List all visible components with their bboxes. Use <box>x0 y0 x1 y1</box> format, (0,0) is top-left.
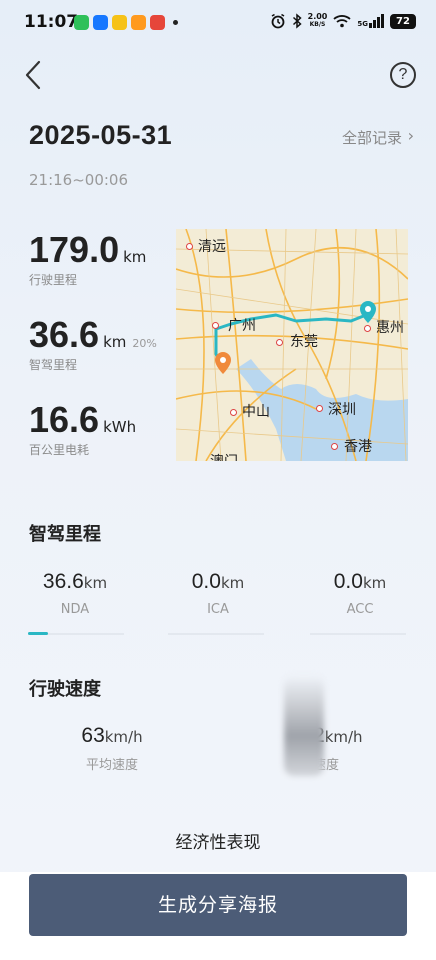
stat-value: 179.0 <box>29 229 120 270</box>
more-notifications-icon <box>173 20 178 25</box>
city-label: 广州 <box>228 318 256 334</box>
route-map[interactable]: 清远 广州 东莞 惠州 中山 深圳 香港 澳门 <box>176 229 408 461</box>
city-dot <box>316 405 323 412</box>
battery-icon: 72 <box>390 13 416 29</box>
city-dot <box>212 322 219 329</box>
stat-value: 16.6 <box>29 399 100 440</box>
redacted-area <box>284 676 324 776</box>
back-button[interactable] <box>22 58 46 92</box>
metric-unit: km <box>362 574 387 592</box>
city-label: 东莞 <box>290 334 318 350</box>
city-label: 中山 <box>242 404 270 420</box>
tab-acc[interactable]: 0.0km ACC <box>295 570 425 617</box>
alipay-icon <box>93 15 108 30</box>
smart-driving-title: 智驾里程 <box>29 524 101 545</box>
city-dot <box>186 243 193 250</box>
metric-value: 0.0 <box>333 570 363 593</box>
metric-unit: km <box>220 574 245 592</box>
stat-label: 行驶里程 <box>29 273 78 287</box>
stat-distance: 179.0 km 行驶里程 <box>29 229 146 288</box>
avg-speed: 63km/h 平均速度 <box>47 724 177 773</box>
city-label: 香港 <box>344 439 372 455</box>
metric-label: ICA <box>207 602 229 617</box>
notification-icons <box>74 15 178 30</box>
metric-unit: km/h <box>324 728 363 746</box>
alarm-icon <box>271 13 285 29</box>
wifi-icon <box>333 15 351 28</box>
trip-time-range: 21:16~00:06 <box>29 171 129 189</box>
tab-active-indicator <box>28 632 48 635</box>
network-speed: 2.00 KB/S <box>308 13 328 29</box>
system-icons: 2.00 KB/S 5G 72 <box>270 13 416 29</box>
stat-smart-distance: 36.6 km 20% 智驾里程 <box>29 314 157 373</box>
speed-title: 行驶速度 <box>29 679 101 700</box>
all-records-link[interactable]: 全部记录 <box>342 127 402 148</box>
metric-label: ACC <box>346 602 374 617</box>
stat-label: 百公里电耗 <box>29 443 90 457</box>
status-time: 11:07 <box>24 12 79 32</box>
city-label: 澳门 <box>210 451 238 461</box>
stat-unit: km <box>103 333 127 351</box>
tab-nda[interactable]: 36.6km NDA <box>10 570 140 617</box>
stat-unit: kWh <box>103 418 137 436</box>
weibo-icon <box>150 15 165 30</box>
stat-percent: 20% <box>132 337 157 350</box>
metric-value: 63 <box>81 724 105 747</box>
stat-energy: 16.6 kWh 百公里电耗 <box>29 399 136 458</box>
chevron-left-icon <box>25 60 41 90</box>
taobao-icon <box>131 15 146 30</box>
bluetooth-icon <box>292 13 302 29</box>
tab-ica[interactable]: 0.0km ICA <box>153 570 283 617</box>
trip-date: 2025-05-31 <box>29 120 173 150</box>
signal-icon: 5G <box>357 14 384 28</box>
metric-label: 速度 <box>313 758 340 773</box>
help-button[interactable]: ? <box>390 62 416 88</box>
tab-divider <box>310 633 406 635</box>
network-speed-value: 2.00 <box>307 12 328 21</box>
network-speed-unit: KB/S <box>309 21 326 28</box>
signal-type: 5G <box>357 20 368 28</box>
chevron-right-icon[interactable]: › <box>408 126 414 145</box>
metric-unit: km/h <box>104 728 143 746</box>
city-label: 深圳 <box>328 402 356 418</box>
city-dot <box>364 325 371 332</box>
metric-label: 平均速度 <box>85 758 138 773</box>
city-dot <box>331 443 338 450</box>
economy-title: 经济性表现 <box>175 833 261 853</box>
metric-label: NDA <box>60 602 90 617</box>
metric-value: 36.6 <box>42 570 84 593</box>
status-bar: 11:07 2.00 KB/S 5G 72 <box>0 0 436 46</box>
city-label: 清远 <box>198 239 226 255</box>
city-label: 惠州 <box>376 320 404 336</box>
tab-divider <box>168 633 264 635</box>
generate-poster-button[interactable]: 生成分享海报 <box>29 874 407 936</box>
app-icon <box>112 15 127 30</box>
stat-label: 智驾里程 <box>29 358 78 372</box>
city-dot <box>276 339 283 346</box>
metric-value: 0.0 <box>191 570 221 593</box>
wechat-icon <box>74 15 89 30</box>
stat-unit: km <box>123 248 147 266</box>
city-dot <box>230 409 237 416</box>
metric-unit: km <box>83 574 108 592</box>
stat-value: 36.6 <box>29 314 100 355</box>
